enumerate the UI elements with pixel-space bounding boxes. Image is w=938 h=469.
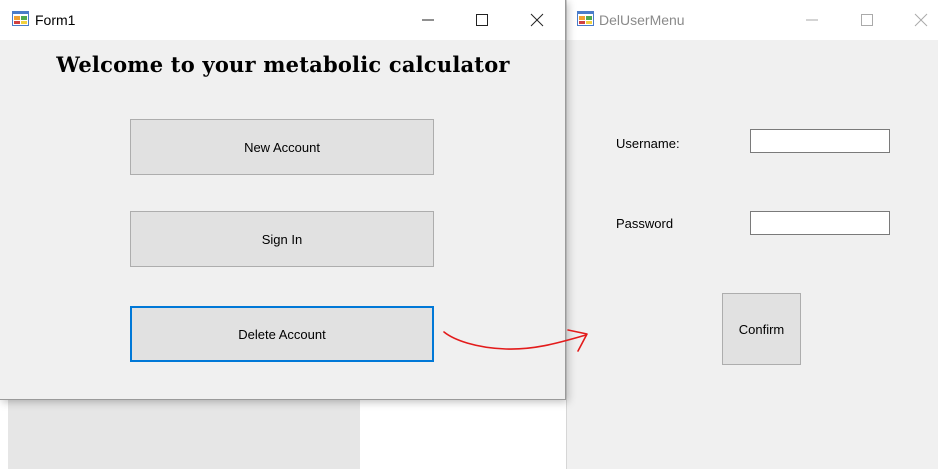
app-icon <box>577 11 594 26</box>
sign-in-button[interactable]: Sign In <box>130 211 434 267</box>
delete-account-button[interactable]: Delete Account <box>130 306 434 362</box>
form1-maximize-icon[interactable] <box>470 8 494 32</box>
username-input[interactable] <box>750 129 890 153</box>
deluser-minimize-icon[interactable] <box>800 8 824 32</box>
form1-title: Form1 <box>35 12 76 28</box>
app-icon <box>12 11 29 26</box>
background-gray-area <box>8 398 360 469</box>
close-icon <box>530 13 544 27</box>
deluser-titlebar[interactable]: DelUserMenu <box>567 0 938 40</box>
annotation-arrow-icon <box>443 329 588 352</box>
maximize-icon <box>861 14 873 26</box>
password-label: Password <box>616 216 674 231</box>
deluser-close-icon[interactable] <box>909 8 933 32</box>
deluser-maximize-icon[interactable] <box>855 8 879 32</box>
minimize-icon <box>806 19 818 21</box>
welcome-heading: Welcome to your metabolic calculator <box>56 52 510 77</box>
form1-minimize-icon[interactable] <box>416 8 440 32</box>
new-account-button[interactable]: New Account <box>130 119 434 175</box>
form1-titlebar[interactable]: Form1 <box>0 0 565 40</box>
form1-close-icon[interactable] <box>525 8 549 32</box>
confirm-button[interactable]: Confirm <box>722 293 801 365</box>
minimize-icon <box>422 19 434 21</box>
deluser-window: DelUserMenu Username: Password Confirm <box>566 0 938 469</box>
close-icon <box>914 13 928 27</box>
deluser-title: DelUserMenu <box>599 12 685 28</box>
password-input[interactable] <box>750 211 890 235</box>
background-white-area <box>360 398 566 469</box>
username-label: Username: <box>616 136 680 151</box>
maximize-icon <box>476 14 488 26</box>
